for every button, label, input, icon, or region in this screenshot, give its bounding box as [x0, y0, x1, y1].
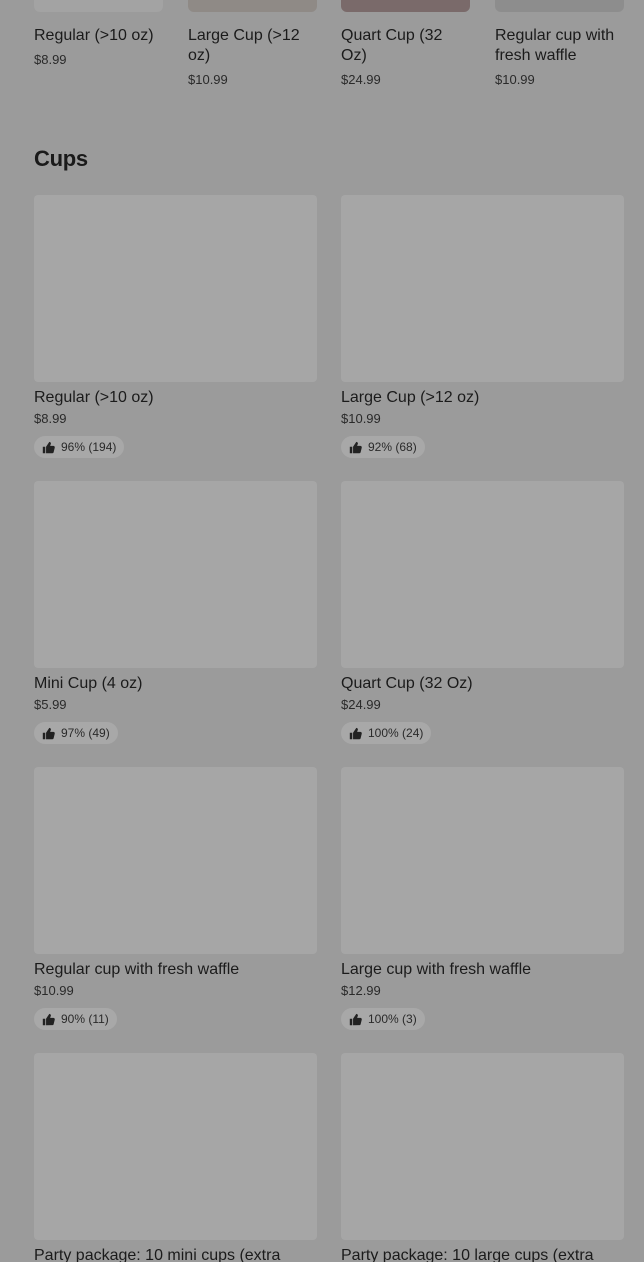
- product-price: $24.99: [341, 697, 381, 712]
- product-card[interactable]: Regular (>10 oz) $8.99 96% (194): [34, 195, 317, 459]
- product-image: [34, 767, 317, 954]
- product-price: $10.99: [34, 983, 74, 998]
- product-name: Large cup with fresh waffle: [341, 961, 532, 978]
- item-price: $8.99: [34, 52, 67, 67]
- product-name: Quart Cup (32 Oz): [341, 675, 473, 692]
- thumbs-up-icon: [349, 1013, 362, 1025]
- carousel-item[interactable]: Quart Cup (32 Oz) $24.99: [341, 0, 470, 88]
- product-card[interactable]: Large Cup (>12 oz) $10.99 92% (68): [341, 195, 624, 459]
- rating-badge: 96% (194): [34, 436, 125, 458]
- section-title: Cups: [34, 146, 88, 171]
- carousel-item[interactable]: Regular (>10 oz) $8.99: [34, 0, 163, 68]
- thumbs-up-icon: [349, 441, 362, 453]
- product-card[interactable]: Mini Cup (4 oz) $5.99 97% (49): [34, 481, 317, 745]
- item-thumbnail: [34, 0, 163, 12]
- product-image: [341, 1053, 624, 1240]
- product-image: [341, 767, 624, 954]
- product-name: Large Cup (>12 oz): [341, 389, 480, 406]
- product-card[interactable]: Party package: 10 mini cups (extra: [34, 1053, 317, 1262]
- carousel-item[interactable]: Large Cup (>12 oz) $10.99: [188, 0, 317, 88]
- rating-text: 100% (3): [368, 1012, 417, 1026]
- rating-text: 96% (194): [61, 440, 117, 454]
- item-price: $10.99: [188, 72, 228, 87]
- product-image: [34, 1053, 317, 1240]
- product-image: [34, 195, 317, 382]
- product-name: Regular (>10 oz): [34, 389, 154, 406]
- rating-badge: 92% (68): [341, 436, 425, 458]
- rating-badge: 97% (49): [34, 722, 118, 744]
- product-card[interactable]: Large cup with fresh waffle $12.99 100% …: [341, 767, 624, 1031]
- item-name: Large Cup (>12 oz): [188, 27, 300, 64]
- product-price: $8.99: [34, 411, 67, 426]
- product-name: Regular cup with fresh waffle: [34, 961, 240, 978]
- product-card[interactable]: Regular cup with fresh waffle $10.99 90%…: [34, 767, 317, 1031]
- carousel-item[interactable]: Regular cup with fresh waffle $10.99: [495, 0, 624, 88]
- rating-badge: 90% (11): [34, 1008, 117, 1030]
- item-thumbnail: [188, 0, 317, 12]
- product-card[interactable]: Party package: 10 large cups (extra: [341, 1053, 624, 1262]
- product-price: $12.99: [341, 983, 381, 998]
- product-name: Party package: 10 mini cups (extra: [34, 1247, 281, 1262]
- item-price: $24.99: [341, 72, 381, 87]
- rating-badge: 100% (24): [341, 722, 432, 744]
- thumbs-up-icon: [349, 727, 362, 739]
- rating-text: 90% (11): [61, 1012, 109, 1026]
- item-thumbnail: [341, 0, 470, 12]
- product-image: [341, 481, 624, 668]
- thumbs-up-icon: [42, 1013, 55, 1025]
- item-name: Quart Cup (32 Oz): [341, 27, 443, 64]
- product-card[interactable]: Quart Cup (32 Oz) $24.99 100% (24): [341, 481, 624, 745]
- rating-badge: 100% (3): [341, 1008, 425, 1030]
- product-image: [34, 481, 317, 668]
- product-name: Party package: 10 large cups (extra: [341, 1247, 594, 1262]
- thumbs-up-icon: [42, 441, 55, 453]
- product-name: Mini Cup (4 oz): [34, 675, 143, 692]
- item-name: Regular cup with fresh waffle: [495, 27, 615, 64]
- product-price: $10.99: [341, 411, 381, 426]
- product-price: $5.99: [34, 697, 67, 712]
- rating-text: 100% (24): [368, 726, 424, 740]
- product-image: [341, 195, 624, 382]
- rating-text: 92% (68): [368, 440, 417, 454]
- thumbs-up-icon: [42, 727, 55, 739]
- item-name: Regular (>10 oz): [34, 27, 154, 44]
- rating-text: 97% (49): [61, 726, 110, 740]
- item-price: $10.99: [495, 72, 535, 87]
- featured-carousel: Regular (>10 oz) $8.99 Large Cup (>12 oz…: [34, 0, 644, 90]
- item-thumbnail: [495, 0, 624, 12]
